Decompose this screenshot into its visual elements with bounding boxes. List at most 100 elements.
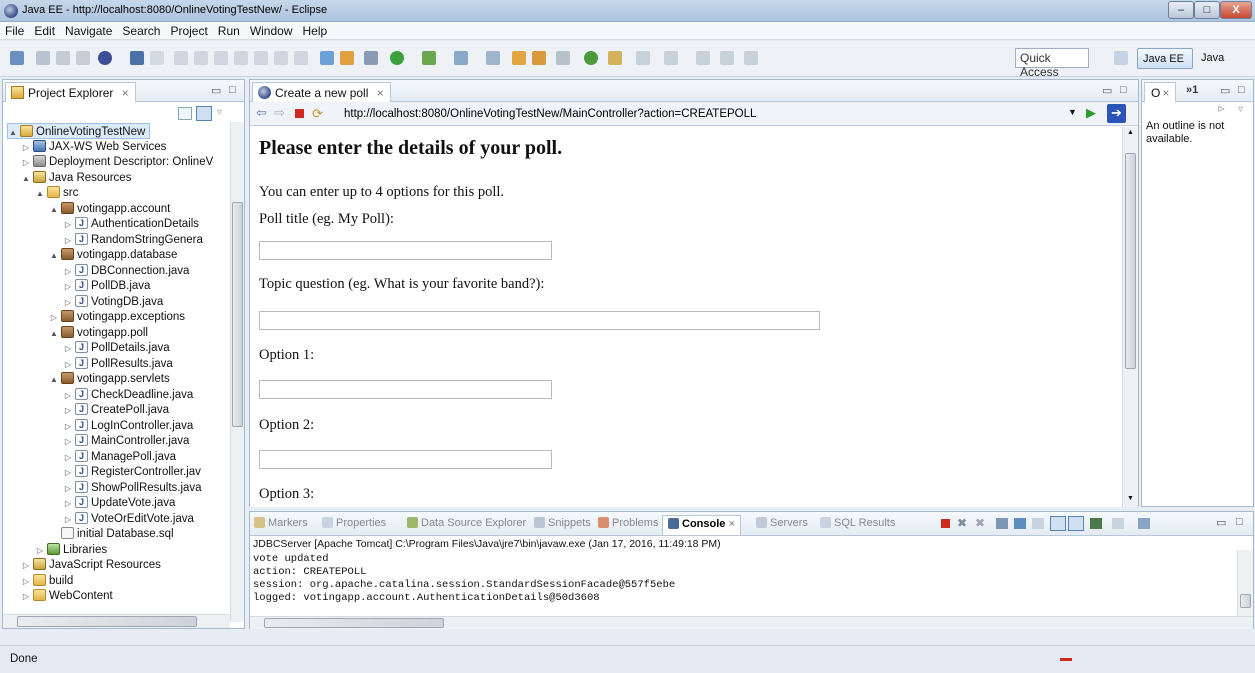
expanded-arrow-icon[interactable]: ▲ xyxy=(49,326,59,342)
view-menu-icon[interactable]: ▿ xyxy=(1238,104,1243,115)
forward-arrow-icon[interactable]: ⇨ xyxy=(274,105,285,121)
open-perspective-icon[interactable] xyxy=(1114,51,1128,65)
step-into-icon[interactable] xyxy=(254,51,268,65)
new-server-icon[interactable] xyxy=(486,51,500,65)
suspend-icon[interactable] xyxy=(194,51,208,65)
new-package-icon[interactable] xyxy=(512,51,526,65)
tree-item[interactable]: ▷ Libraries xyxy=(35,542,107,558)
tree-item[interactable]: ▲ OnlineVotingTestNew xyxy=(7,123,151,141)
external-tools-icon[interactable] xyxy=(454,51,468,65)
tree-item[interactable]: ▷ votingapp.exceptions xyxy=(49,309,185,325)
step-return-icon[interactable] xyxy=(294,51,308,65)
tab-servers[interactable]: Servers xyxy=(756,517,808,529)
close-tab-icon[interactable]: × xyxy=(728,518,734,530)
save-icon[interactable] xyxy=(36,51,50,65)
maximize-button[interactable]: □ xyxy=(1194,1,1220,19)
annotation-icon[interactable] xyxy=(636,51,650,65)
tree-item[interactable]: ▷ JAX-WS Web Services xyxy=(21,139,166,155)
menu-search[interactable]: Search xyxy=(117,22,165,38)
scrollbar-thumb[interactable] xyxy=(17,616,197,627)
close-button[interactable]: X xyxy=(1220,1,1252,19)
tree-item[interactable]: ▷VoteOrEditVote.java xyxy=(63,510,194,527)
tree-item[interactable]: ▷ build xyxy=(21,573,73,589)
terminate-icon[interactable] xyxy=(941,519,950,528)
close-tab-icon[interactable]: × xyxy=(122,86,129,100)
expanded-arrow-icon[interactable]: ▲ xyxy=(21,171,31,187)
remove-launch-icon[interactable]: ✖ xyxy=(957,516,967,530)
minimize-view-icon[interactable]: ▭ xyxy=(211,84,221,97)
step-over-icon[interactable] xyxy=(274,51,288,65)
back-arrow-icon[interactable]: ⇦ xyxy=(256,105,267,121)
show-on-stdout-icon[interactable] xyxy=(1050,516,1066,531)
perspective-javaee[interactable]: Java EE xyxy=(1137,48,1193,69)
scrollbar-thumb[interactable] xyxy=(1125,153,1136,369)
collapsed-arrow-icon[interactable]: ▷ xyxy=(21,589,31,605)
maximize-view-icon[interactable]: □ xyxy=(1238,84,1245,96)
minimize-button[interactable]: – xyxy=(1168,1,1194,19)
print-icon[interactable] xyxy=(76,51,90,65)
tab-properties[interactable]: Properties xyxy=(322,517,386,529)
skip-breakpoints-icon[interactable] xyxy=(150,51,164,65)
page-vertical-scrollbar[interactable]: ▲ ▼ xyxy=(1122,127,1138,507)
expanded-arrow-icon[interactable]: ▲ xyxy=(8,125,18,141)
url-input[interactable] xyxy=(340,105,1064,123)
remove-all-icon[interactable]: ✖ xyxy=(975,516,985,530)
minimize-view-icon[interactable]: ▭ xyxy=(1102,84,1112,97)
use-step-filters-icon[interactable] xyxy=(340,51,354,65)
minimize-view-icon[interactable]: ▭ xyxy=(1220,84,1230,97)
tree-item[interactable]: ▲ votingapp.servlets xyxy=(49,371,170,387)
tree-item[interactable]: ▷PollDB.java xyxy=(63,277,151,294)
poll-title-input[interactable] xyxy=(259,241,552,260)
menu-run[interactable]: Run xyxy=(213,22,245,38)
last-edit-icon[interactable] xyxy=(744,51,758,65)
close-tab-icon[interactable]: × xyxy=(1162,86,1169,100)
expanded-arrow-icon[interactable]: ▲ xyxy=(49,202,59,218)
terminal-icon[interactable] xyxy=(130,51,144,65)
quick-access-field[interactable]: Quick Access xyxy=(1015,48,1089,79)
explorer-vertical-scrollbar[interactable] xyxy=(230,122,244,622)
tree-item[interactable]: ▲ votingapp.account xyxy=(49,201,170,217)
show-on-stderr-icon[interactable] xyxy=(1068,516,1084,531)
view-menu-icon[interactable]: ▿ xyxy=(217,107,222,118)
tab-outline[interactable]: O × xyxy=(1144,82,1177,102)
console-horizontal-scrollbar[interactable] xyxy=(250,616,1253,629)
tab-create-new-poll[interactable]: Create a new poll × xyxy=(252,82,391,102)
pin-console-icon[interactable] xyxy=(1090,518,1102,529)
disconnect-icon[interactable] xyxy=(234,51,248,65)
back-icon[interactable] xyxy=(696,51,710,65)
new-class-icon[interactable] xyxy=(532,51,546,65)
console-vertical-scrollbar[interactable] xyxy=(1237,550,1253,616)
drop-to-frame-icon[interactable] xyxy=(320,51,334,65)
scrollbar-thumb[interactable] xyxy=(1240,594,1251,608)
expanded-arrow-icon[interactable]: ▲ xyxy=(35,186,45,202)
tree-item[interactable]: ▷RandomStringGenera xyxy=(63,231,203,248)
new-icon[interactable] xyxy=(10,51,24,65)
forward-icon[interactable] xyxy=(720,51,734,65)
scroll-lock-icon[interactable] xyxy=(1014,518,1026,529)
collapse-all-icon[interactable] xyxy=(178,107,192,120)
tree-item[interactable]: ▲ src xyxy=(35,185,78,201)
open-console-icon[interactable] xyxy=(1138,518,1150,529)
perspective-java[interactable]: Java xyxy=(1196,48,1254,69)
web-browser-icon[interactable] xyxy=(98,51,112,65)
tab-sql-results[interactable]: SQL Results xyxy=(820,517,895,529)
outline-toolbar-icon[interactable]: ⊳ xyxy=(1217,104,1225,115)
minimize-view-icon[interactable]: ▭ xyxy=(1216,516,1226,529)
menu-help[interactable]: Help xyxy=(298,22,333,38)
menu-window[interactable]: Window xyxy=(245,22,298,38)
open-external-icon[interactable]: ➔ xyxy=(1107,104,1126,123)
close-tab-icon[interactable]: × xyxy=(377,86,384,100)
scroll-down-icon[interactable]: ▼ xyxy=(1127,495,1134,502)
explorer-horizontal-scrollbar[interactable] xyxy=(3,614,230,628)
stop-icon[interactable] xyxy=(295,109,304,118)
tree-item[interactable]: ▲ votingapp.database xyxy=(49,247,177,263)
terminate-icon[interactable] xyxy=(214,51,228,65)
tree-item[interactable]: ▷ Deployment Descriptor: OnlineV xyxy=(21,154,213,170)
tab-data-source-explorer[interactable]: Data Source Explorer xyxy=(407,517,526,529)
tree-item[interactable]: ▲ Java Resources xyxy=(21,170,131,186)
menu-navigate[interactable]: Navigate xyxy=(60,22,117,38)
expanded-arrow-icon[interactable]: ▲ xyxy=(49,248,59,264)
tree-item[interactable]: ▷ JavaScript Resources xyxy=(21,557,161,573)
clear-console-icon[interactable] xyxy=(996,518,1008,529)
refresh-icon[interactable]: ⟳ xyxy=(312,106,323,122)
